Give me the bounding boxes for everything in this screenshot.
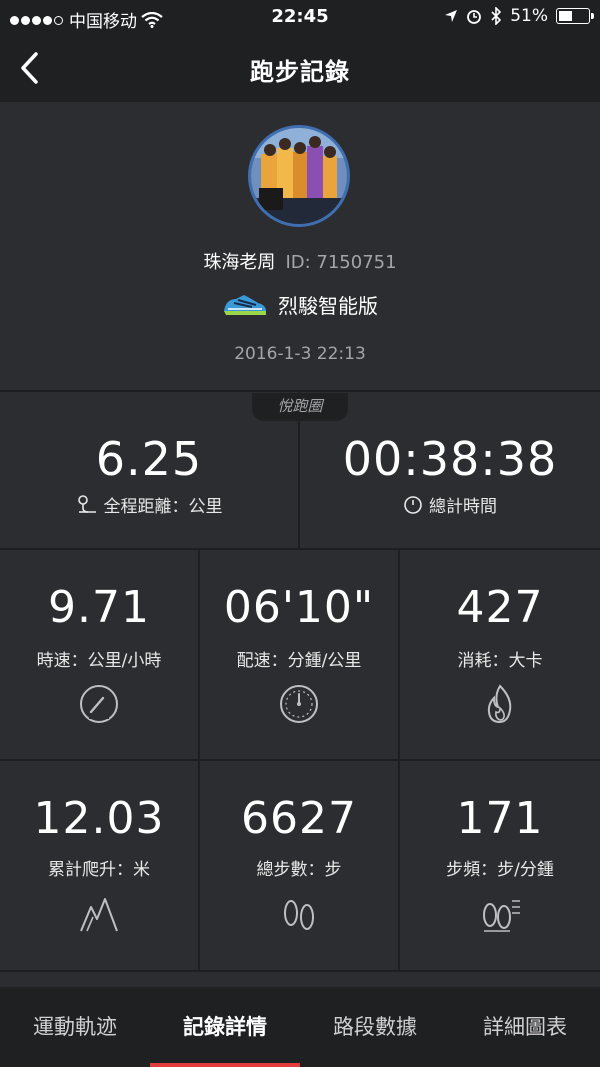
speed-label: 時速：公里/小時 <box>36 651 162 671</box>
battery-icon <box>556 8 594 24</box>
cadence-label: 步頻：步/分鍾 <box>446 860 554 880</box>
cadence-value: 171 <box>456 793 544 844</box>
status-bar: 中国移动 22:45 51% <box>0 0 600 34</box>
footprints-icon <box>284 900 314 930</box>
gauge-icon <box>280 685 318 723</box>
duration-label-row: 總計時間 <box>300 492 600 517</box>
clock-icon <box>404 495 422 514</box>
steps-cell: 6627 總步數：步 <box>200 761 400 972</box>
calories-cell: 427 消耗：大卡 <box>400 550 600 761</box>
avatar[interactable] <box>248 125 350 227</box>
user-name: 珠海老周 <box>203 252 276 273</box>
tab-track[interactable]: 運動軌迹 <box>0 987 150 1067</box>
location-arrow-icon <box>445 10 458 22</box>
climb-value: 12.03 <box>33 793 165 844</box>
page-title: 跑步記錄 <box>250 58 350 86</box>
steps-value: 6627 <box>241 793 357 844</box>
avatar-photo <box>251 128 347 224</box>
active-tab-indicator <box>150 1063 300 1067</box>
device-info: 烈駿智能版 <box>0 290 600 319</box>
pace-cell: 06'10" 配速：分鍾/公里 <box>200 550 400 761</box>
distance-label-row: 全程距離：公里 <box>0 492 298 517</box>
record-date: 2016-1-3 22:13 <box>234 344 366 364</box>
mountain-icon <box>80 898 118 932</box>
duration-label: 總計時間 <box>429 497 497 517</box>
route-icon <box>77 494 96 513</box>
calories-value: 427 <box>456 582 544 633</box>
cadence-cell: 171 步頻：步/分鍾 <box>400 761 600 972</box>
distance-label: 全程距離：公里 <box>103 497 223 517</box>
user-info: 珠海老周 ID: 7150751 <box>0 248 600 274</box>
pace-value: 06'10" <box>223 582 375 633</box>
climb-cell: 12.03 累計爬升：米 <box>0 761 200 972</box>
speed-cell: 9.71 時速：公里/小時 <box>0 550 200 761</box>
status-right: 51% <box>444 6 594 26</box>
source-badge: 悅跑圈 <box>252 393 348 421</box>
device-name: 烈駿智能版 <box>278 294 378 318</box>
shoe-icon <box>224 294 266 315</box>
flame-icon <box>487 684 512 724</box>
tab-record-details[interactable]: 記錄詳情 <box>150 987 300 1067</box>
bluetooth-icon <box>491 7 502 25</box>
nav-bar: 跑步記錄 <box>0 34 600 102</box>
profile-section: 珠海老周 ID: 7150751 烈駿智能版 2016-1-3 22:13 <box>0 102 600 390</box>
tab-segment-data[interactable]: 路段數據 <box>300 987 450 1067</box>
calories-label: 消耗：大卡 <box>457 651 543 671</box>
battery-percent: 51% <box>510 6 548 26</box>
speed-value: 9.71 <box>48 582 150 633</box>
alarm-icon <box>467 10 482 24</box>
cadence-footprints-icon <box>483 900 520 932</box>
duration-value: 00:38:38 <box>342 432 558 486</box>
pace-label: 配速：分鍾/公里 <box>236 651 362 671</box>
distance-value: 6.25 <box>95 432 203 486</box>
tab-detailed-charts[interactable]: 詳細圖表 <box>450 987 600 1067</box>
user-id: ID: 7150751 <box>285 252 397 273</box>
climb-label: 累計爬升：米 <box>48 860 150 880</box>
tab-bar: 運動軌迹 記錄詳情 路段數據 詳細圖表 <box>0 987 600 1067</box>
speedometer-icon <box>80 685 118 723</box>
steps-label: 總步數：步 <box>256 860 342 880</box>
